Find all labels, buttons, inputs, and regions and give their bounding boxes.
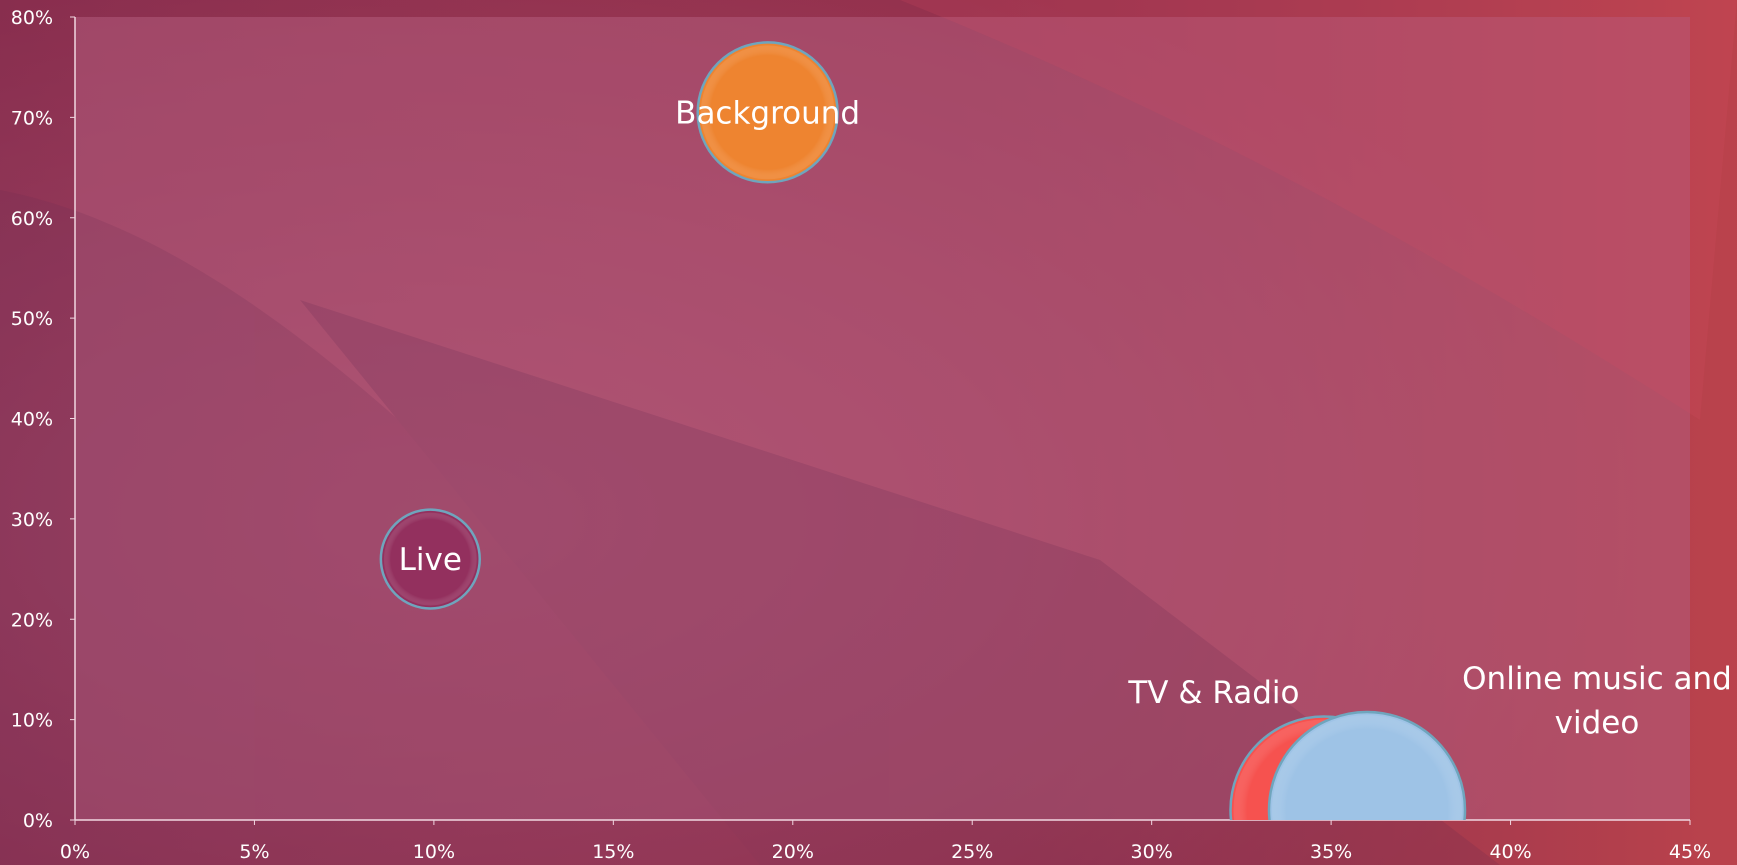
bubble-label-background: Background (675, 95, 860, 131)
x-tick-label: 45% (1669, 841, 1711, 863)
bubble-chart: 0% 5% 10% 15% 20% 25% 30% 35% 40% 45% 0% 10% 20% 30%… (0, 0, 1737, 865)
x-tick-label: 25% (951, 841, 993, 863)
bubble-label-line: Live (399, 542, 462, 578)
y-tick-label: 70% (11, 107, 53, 129)
bubble-label-line: video (1555, 705, 1640, 741)
bubble-label-line: Online music and (1462, 661, 1732, 697)
bubble-label-tv-radio: TV & Radio (1127, 675, 1299, 711)
x-tick-label: 20% (772, 841, 814, 863)
x-tick-label: 35% (1310, 841, 1352, 863)
bubble-label-line: TV & Radio (1127, 675, 1299, 711)
x-tick-label: 40% (1489, 841, 1531, 863)
y-tick-label: 0% (23, 810, 53, 832)
x-tick-label: 5% (239, 841, 269, 863)
y-tick-label: 50% (11, 308, 53, 330)
y-tick-label: 30% (11, 509, 53, 531)
bubble-label-line: Background (675, 95, 860, 131)
y-tick-label: 60% (11, 208, 53, 230)
x-tick-label: 0% (60, 841, 90, 863)
bubble-label-live: Live (399, 542, 462, 578)
x-tick-label: 15% (592, 841, 634, 863)
y-tick-label: 80% (11, 7, 53, 29)
chart-canvas: 0% 5% 10% 15% 20% 25% 30% 35% 40% 45% 0% 10% 20% 30%… (0, 0, 1737, 865)
y-tick-label: 10% (11, 710, 53, 732)
x-tick-label: 30% (1131, 841, 1173, 863)
y-tick-label: 20% (11, 609, 53, 631)
y-tick-label: 40% (11, 409, 53, 431)
x-tick-label: 10% (413, 841, 455, 863)
